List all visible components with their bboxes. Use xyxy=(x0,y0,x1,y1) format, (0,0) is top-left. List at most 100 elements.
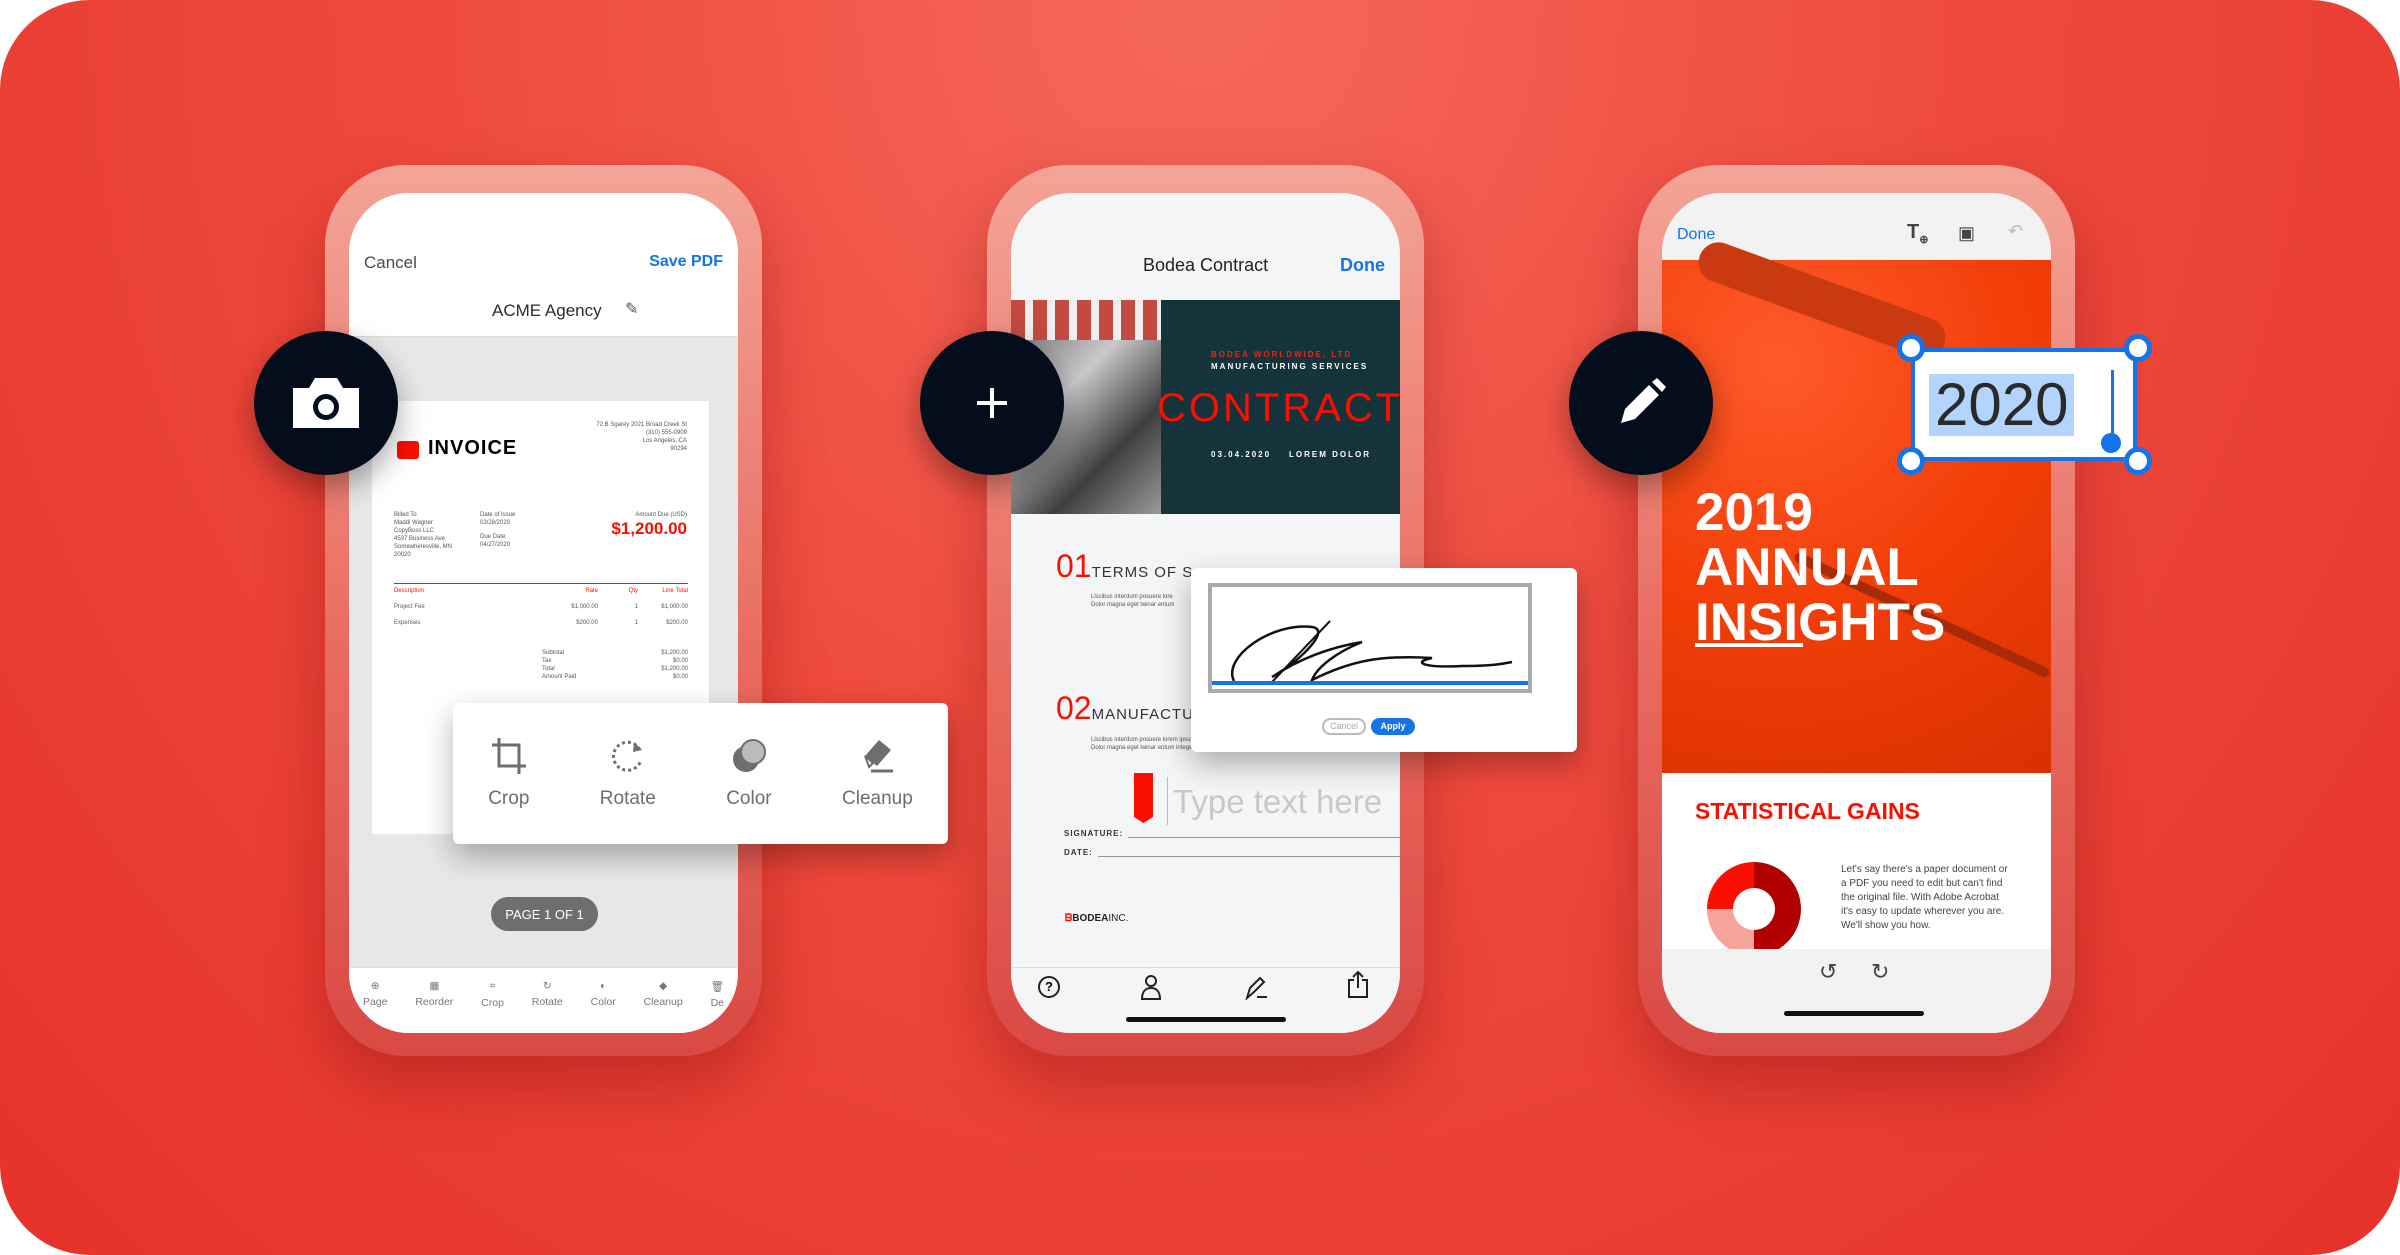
camera-badge xyxy=(254,331,398,475)
cleanup-label: Cleanup xyxy=(643,996,683,1008)
donut-segment-dark xyxy=(1754,862,1801,956)
resize-handle[interactable] xyxy=(1897,334,1925,362)
hero-company: BODEA WORLDWIDE, LTD xyxy=(1211,350,1353,359)
color-icon xyxy=(732,738,766,772)
home-indicator xyxy=(1784,1011,1924,1016)
resize-handle[interactable] xyxy=(1897,447,1925,475)
share-icon[interactable] xyxy=(1348,970,1368,998)
add-text-icon[interactable]: T⊕ xyxy=(1907,221,1928,246)
add-image-icon[interactable]: ▣ xyxy=(1958,223,1975,244)
invoice-logo-icon xyxy=(397,441,419,459)
document-name[interactable]: ACME Agency xyxy=(492,301,602,321)
hero-title: CONTRACT xyxy=(1157,386,1400,430)
selection-handle[interactable] xyxy=(2101,433,2121,453)
signature-pad[interactable] xyxy=(1208,583,1532,693)
help-icon[interactable]: ? xyxy=(1038,976,1060,998)
done-button[interactable]: Done xyxy=(1340,255,1385,276)
donut-chart xyxy=(1707,862,1801,956)
crop-button[interactable]: ⌗ Crop xyxy=(481,980,504,1033)
cleanup-tool-label: Cleanup xyxy=(842,787,913,809)
person-icon[interactable] xyxy=(1140,974,1162,1000)
phone-edit: Done T⊕ ▣ ↶ 2019 ANNUAL INSIGHTS STATISTIC… xyxy=(1638,165,2075,1056)
pencil-icon[interactable]: ✎ xyxy=(625,299,638,319)
company-address: 72 B Sgarey 2021 Broad Creek St (310) 555… xyxy=(596,422,687,452)
document-area: INVOICE 72 B Sgarey 2021 Broad Creek St(… xyxy=(349,337,738,967)
brand-name: BODEA xyxy=(1072,913,1109,924)
hero-banner: BODEA WORLDWIDE, LTD MANUFACTURING SERVI… xyxy=(1157,300,1400,514)
pencil-icon xyxy=(1621,378,1666,423)
signature-cancel-button[interactable]: Cancel xyxy=(1322,718,1366,735)
color-icon: ◐ xyxy=(599,980,607,992)
rotate-icon: ↻ xyxy=(542,980,552,992)
text-cursor xyxy=(1167,777,1168,825)
section-2-number: 02 xyxy=(1056,690,1092,726)
bottom-toolbar: ⊕ Page ▦ Reorder ⌗ Crop ↻ Rotate ◐ Color ◆ Cle… xyxy=(349,967,738,1033)
color-tool[interactable]: Color xyxy=(726,738,772,810)
cancel-button[interactable]: Cancel xyxy=(364,253,417,273)
bodea-logo: ᗷBODEAINC. xyxy=(1065,913,1128,924)
acrobat-bookmark-icon xyxy=(1134,773,1153,823)
crop-tool[interactable]: Crop xyxy=(488,737,530,810)
resize-handle[interactable] xyxy=(2124,447,2152,475)
body-text: Let's say there's a paper document or a … xyxy=(1841,864,2008,931)
donut-segment-red xyxy=(1707,862,1754,909)
bottom-toolbar: ? xyxy=(1011,967,1400,1033)
amount-due: $1,200.00 xyxy=(611,519,687,538)
hero-subtitle: MANUFACTURING SERVICES xyxy=(1211,362,1369,371)
eraser-icon: ◆ xyxy=(659,980,668,992)
rotate-tool[interactable]: Rotate xyxy=(600,738,656,810)
cleanup-button[interactable]: ◆ Cleanup xyxy=(644,980,683,1033)
billed-to: Billed To Maddi Wagner CopyBoss LLC 4537 Bu… xyxy=(394,512,453,558)
headline-underline xyxy=(1695,643,1803,647)
dates: Date of Issue 03/28/2020 Due Date 04/27/202… xyxy=(480,512,516,548)
phone-scan: Cancel Save PDF ACME Agency ✎ INVOICE 72… xyxy=(325,165,762,1056)
edit-text-value[interactable]: 2020 xyxy=(1929,374,2075,436)
table-row: Expenses $200.00 1 $200.00 xyxy=(394,620,688,626)
trash-icon: 🗑 xyxy=(710,981,724,993)
plus-badge xyxy=(920,331,1064,475)
edit-toolbar-popup: Crop Rotate Color Cleanup xyxy=(453,703,948,844)
delete-button[interactable]: 🗑 De xyxy=(711,980,724,1033)
section-1-number: 01 xyxy=(1056,548,1092,584)
save-pdf-button[interactable]: Save PDF xyxy=(649,253,723,271)
type-text-field[interactable]: Type text here xyxy=(1173,783,1382,821)
hero-meta: 03.04.2020 LOREM DOLOR xyxy=(1211,450,1371,459)
section-2: 02MANUFACTU xyxy=(1056,690,1194,727)
page-label: Page xyxy=(362,996,388,1008)
signature-drawing xyxy=(1231,620,1513,683)
crop-tool-label: Crop xyxy=(488,787,530,809)
page-button[interactable]: ⊕ Page xyxy=(363,980,388,1033)
section-1: 01TERMS OF S xyxy=(1056,548,1193,585)
reorder-icon: ▦ xyxy=(429,980,440,992)
text-caret xyxy=(2111,370,2114,440)
page-indicator: PAGE 1 OF 1 xyxy=(491,897,598,931)
color-label: Color xyxy=(590,996,616,1008)
divider xyxy=(394,583,688,584)
color-button[interactable]: ◐ Color xyxy=(591,980,616,1033)
redo-icon[interactable]: ↻ xyxy=(1871,959,1889,985)
add-page-icon: ⊕ xyxy=(370,980,380,992)
signature-apply-button[interactable]: Apply xyxy=(1371,718,1415,735)
rotate-icon xyxy=(611,740,643,772)
undo-icon[interactable]: ↶ xyxy=(2008,221,2023,242)
totals: Subtotal $1,200.00 Tax $0.00 Total $1,200.0… xyxy=(542,650,688,680)
brand-suffix: INC. xyxy=(1108,913,1129,924)
reorder-button[interactable]: ▦ Reorder xyxy=(415,980,453,1033)
rotate-button[interactable]: ↻ Rotate xyxy=(532,980,563,1033)
date-line xyxy=(1098,856,1400,857)
done-button[interactable]: Done xyxy=(1677,226,1715,244)
sign-pen-icon[interactable] xyxy=(1243,974,1269,1000)
pencil-badge xyxy=(1569,331,1713,475)
resize-handle[interactable] xyxy=(2124,334,2152,362)
hero-meta-text: LOREM DOLOR xyxy=(1289,450,1372,459)
signature-line xyxy=(1128,837,1400,838)
bottom-toolbar: ↺ ↻ xyxy=(1662,949,2051,1033)
header: Cancel Save PDF ACME Agency ✎ xyxy=(349,193,738,337)
invoice-title: INVOICE xyxy=(428,437,518,459)
amount-label: Amount Due (USD) xyxy=(635,512,687,518)
cleanup-tool[interactable]: Cleanup xyxy=(842,738,913,810)
section-1-title: TERMS OF S xyxy=(1091,564,1194,581)
hero-date: 03.04.2020 xyxy=(1211,450,1272,459)
undo-icon[interactable]: ↺ xyxy=(1819,959,1837,985)
table-row: Project Fee $1,000.00 1 $1,000.00 xyxy=(394,604,688,610)
